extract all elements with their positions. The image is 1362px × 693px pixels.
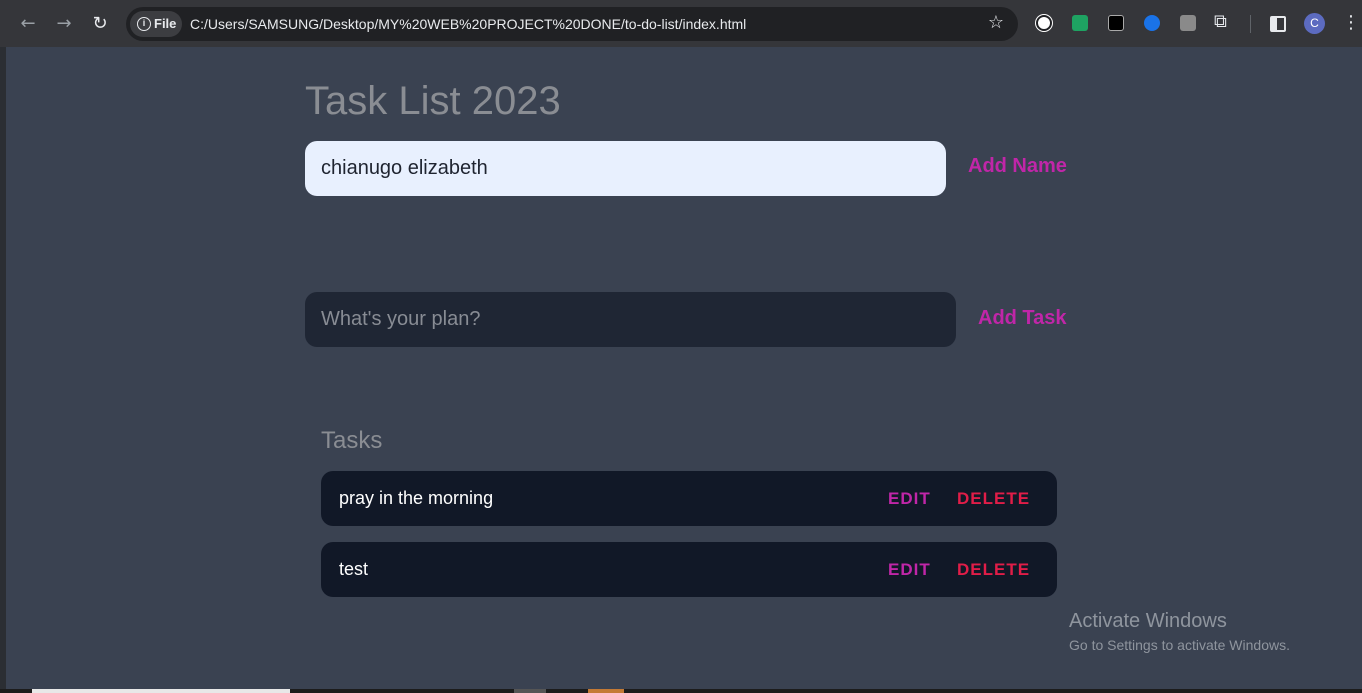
forward-icon[interactable]: →	[52, 12, 76, 36]
info-icon: i	[137, 17, 151, 31]
page-viewport: Task List 2023 chianugo elizabeth Add Na…	[6, 47, 1362, 690]
browser-toolbar: ← → ↻ i File C:/Users/SAMSUNG/Desktop/MY…	[0, 0, 1362, 47]
site-info-chip[interactable]: i File	[130, 11, 182, 37]
edit-button[interactable]: EDIT	[888, 560, 931, 580]
taskbar-item[interactable]	[588, 689, 624, 693]
taskbar-item[interactable]	[32, 689, 290, 693]
taskbar-edge	[0, 689, 1362, 693]
back-icon[interactable]: ←	[16, 12, 40, 36]
task-input[interactable]	[305, 292, 956, 347]
url-text[interactable]: C:/Users/SAMSUNG/Desktop/MY%20WEB%20PROJ…	[190, 16, 746, 32]
task-text: pray in the morning	[339, 488, 494, 508]
task-text: test	[339, 559, 369, 579]
extension-icon[interactable]	[1180, 15, 1196, 31]
edit-button[interactable]: EDIT	[888, 489, 931, 509]
name-input[interactable]: chianugo elizabeth	[305, 141, 946, 196]
taskbar-item[interactable]	[514, 689, 546, 693]
address-bar[interactable]: i File C:/Users/SAMSUNG/Desktop/MY%20WEB…	[126, 7, 1018, 41]
avatar[interactable]: C	[1304, 13, 1325, 34]
extension-icon[interactable]	[1036, 15, 1052, 31]
menu-icon[interactable]: ⋮	[1342, 12, 1360, 33]
activation-watermark: Activate Windows Go to Settings to activ…	[1069, 610, 1290, 653]
task-item: pray in the morning EDIT DELETE	[321, 471, 1057, 526]
add-task-button[interactable]: Add Task	[978, 307, 1068, 330]
add-name-button[interactable]: Add Name	[968, 155, 1068, 178]
watermark-title: Activate Windows	[1069, 610, 1227, 632]
site-chip-label: File	[154, 16, 177, 31]
task-item: test EDIT DELETE	[321, 542, 1057, 597]
extension-icon[interactable]	[1108, 15, 1124, 31]
puzzle-icon[interactable]: ⧉	[1214, 11, 1227, 32]
toolbar-divider	[1250, 15, 1251, 33]
delete-button[interactable]: DELETE	[957, 560, 1030, 580]
star-icon[interactable]: ☆	[988, 12, 1004, 33]
side-panel-icon[interactable]	[1270, 16, 1286, 32]
extension-icon[interactable]	[1072, 15, 1088, 31]
reload-icon[interactable]: ↻	[88, 12, 112, 36]
extension-icon[interactable]	[1144, 15, 1160, 31]
page-title: Task List 2023	[305, 79, 561, 123]
watermark-subtitle: Go to Settings to activate Windows.	[1069, 637, 1290, 653]
tasks-heading: Tasks	[321, 427, 383, 454]
delete-button[interactable]: DELETE	[957, 489, 1030, 509]
